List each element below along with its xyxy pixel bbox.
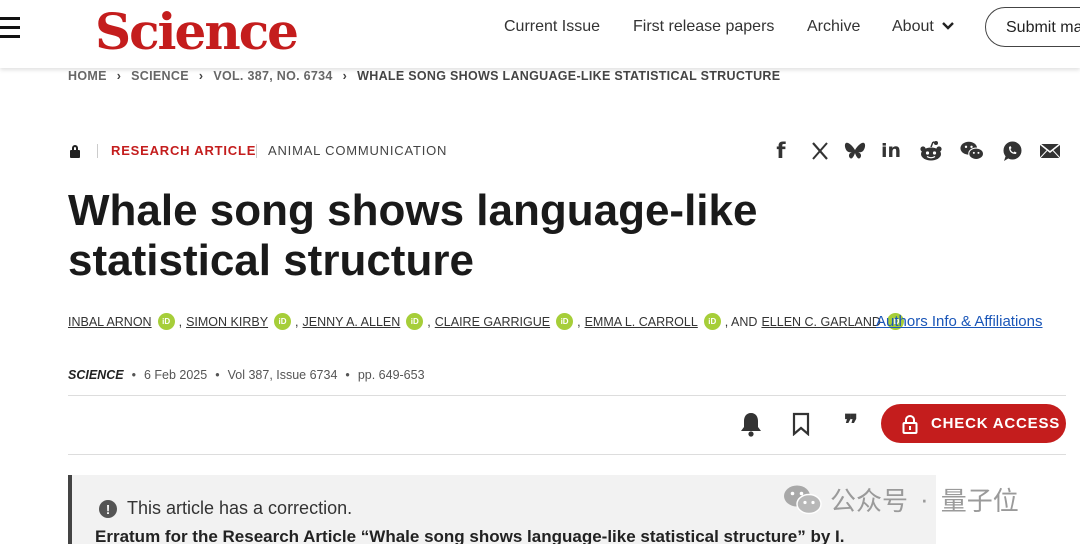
divider [256, 144, 257, 158]
nav-current-issue[interactable]: Current Issue [504, 18, 600, 36]
author-link[interactable]: JENNY A. ALLEN [303, 315, 401, 329]
article-title: Whale song shows language-like statistic… [68, 186, 758, 285]
email-icon[interactable] [1038, 139, 1062, 163]
orcid-icon[interactable]: iD [157, 313, 175, 330]
correction-text: This article has a correction. [127, 498, 353, 518]
journal-name[interactable]: SCIENCE [68, 368, 124, 382]
chevron-right-icon: › [342, 69, 348, 83]
chevron-down-icon [942, 22, 955, 30]
page-range: pp. 649-653 [357, 368, 425, 382]
author-separator: , [178, 314, 183, 329]
citation-separator: • [345, 368, 350, 382]
author-link[interactable]: SIMON KIRBY [186, 315, 268, 329]
author-separator: , AND [724, 314, 758, 329]
wechat-icon [784, 485, 822, 514]
author-separator: , [295, 314, 299, 329]
author-link[interactable]: CLAIRE GARRIGUE [435, 315, 550, 329]
bell-icon[interactable] [737, 410, 765, 438]
whatsapp-icon[interactable] [1000, 139, 1024, 163]
bluesky-icon[interactable] [843, 139, 867, 163]
publication-date: 6 Feb 2025 [143, 368, 208, 382]
citation-separator: • [131, 368, 136, 382]
orcid-icon[interactable]: iD [556, 313, 574, 330]
citation-line: SCIENCE • 6 Feb 2025 • Vol 387, Issue 6734 • p… [68, 368, 425, 382]
author-link[interactable]: INBAL ARNON [68, 315, 152, 329]
breadcrumb-science[interactable]: SCIENCE [131, 69, 189, 83]
breadcrumb-home[interactable]: HOME [68, 69, 107, 83]
submit-manuscript-button[interactable]: Submit ma [985, 7, 1080, 47]
author-separator: , [577, 314, 581, 329]
watermark-name: 量子位 [940, 486, 1019, 516]
chevron-right-icon: › [116, 69, 122, 83]
breadcrumb: HOME › SCIENCE › VOL. 387, NO. 6734 › WHALE SO… [68, 69, 780, 83]
breadcrumb-current: WHALE SONG SHOWS LANGUAGE-LIKE STATISTIC… [357, 69, 781, 83]
orcid-icon[interactable]: iD [406, 313, 424, 330]
authors-info-affiliations-link[interactable]: Authors Info & Affiliations [876, 313, 1043, 330]
orcid-icon[interactable]: iD [274, 313, 292, 330]
cite-quote-icon[interactable]: ❞ [837, 409, 865, 439]
nav-first-release[interactable]: First release papers [633, 18, 774, 36]
divider [97, 144, 98, 158]
divider [68, 454, 1066, 455]
menu-icon[interactable] [0, 17, 20, 39]
breadcrumb-volume[interactable]: VOL. 387, NO. 6734 [213, 69, 332, 83]
citation-separator: • [215, 368, 220, 382]
chevron-right-icon: › [198, 69, 204, 83]
watermark-channel: 公众号 [830, 486, 909, 516]
check-access-button[interactable]: CHECK ACCESS [881, 404, 1066, 443]
author-list: INBAL ARNON iD , SIMON KIRBY iD , JENNY … [68, 313, 908, 330]
divider [68, 395, 1066, 396]
author-link[interactable]: EMMA L. CARROLL [585, 315, 698, 329]
watermark-separator: · [920, 484, 929, 514]
lock-icon [902, 414, 918, 434]
alert-icon: ! [99, 500, 117, 518]
erratum-link[interactable]: Erratum for the Research Article “Whale … [95, 527, 844, 544]
site-header: Science Current Issue First release pape… [0, 0, 1080, 68]
check-access-label: CHECK ACCESS [931, 415, 1061, 432]
nav-about-label: About [892, 18, 934, 35]
watermark: 公众号 · 量子位 [782, 481, 1019, 518]
wechat-icon[interactable] [960, 139, 984, 163]
article-type[interactable]: RESEARCH ARTICLE [111, 143, 256, 158]
bookmark-icon[interactable] [787, 410, 815, 438]
facebook-icon[interactable]: f [769, 139, 793, 163]
nav-about[interactable]: About [892, 18, 955, 36]
volume-issue[interactable]: Vol 387, Issue 6734 [228, 368, 338, 382]
x-twitter-icon[interactable] [808, 139, 832, 163]
science-logo[interactable]: Science [95, 2, 299, 62]
author-link[interactable]: ELLEN C. GARLAND [761, 315, 880, 329]
linkedin-icon[interactable]: in [879, 139, 903, 163]
article-subject[interactable]: ANIMAL COMMUNICATION [268, 143, 447, 158]
orcid-icon[interactable]: iD [703, 313, 721, 330]
nav-archive[interactable]: Archive [807, 18, 860, 36]
reddit-icon[interactable] [919, 139, 943, 163]
author-separator: , [427, 314, 431, 329]
lock-icon [70, 145, 80, 158]
